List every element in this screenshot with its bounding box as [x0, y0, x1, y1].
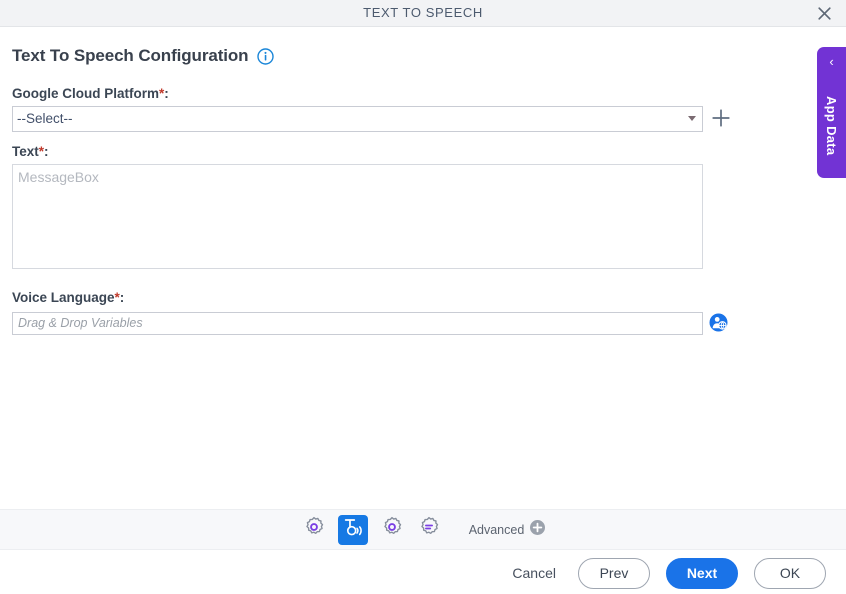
chevron-down-icon [688, 116, 696, 121]
cancel-button[interactable]: Cancel [506, 561, 562, 585]
prev-button[interactable]: Prev [578, 557, 650, 589]
gear-icon [303, 516, 325, 543]
next-button[interactable]: Next [666, 557, 738, 589]
info-icon[interactable] [257, 47, 275, 65]
ok-button[interactable]: OK [754, 557, 826, 589]
google-cloud-platform-selected-value: --Select-- [17, 111, 73, 126]
plus-icon [711, 108, 731, 128]
label-colon: : [164, 86, 169, 101]
add-google-cloud-platform-button[interactable] [711, 108, 731, 128]
page-title-row: Text To Speech Configuration [12, 46, 275, 66]
close-icon [817, 6, 832, 21]
label-colon: : [119, 290, 125, 305]
google-cloud-platform-select[interactable]: --Select-- [12, 106, 703, 132]
text-to-speech-icon [342, 516, 364, 543]
voice-language-label: Voice Language*: [12, 290, 124, 305]
text-placeholder: MessageBox [18, 169, 99, 185]
label-text: Google Cloud Platform [12, 86, 159, 101]
text-label: Text*: [12, 144, 49, 159]
plus-circle-icon [530, 519, 546, 540]
toolbar-gear-button-2[interactable] [379, 516, 405, 543]
gear-list-icon [418, 516, 440, 543]
google-cloud-platform-label: Google Cloud Platform*: [12, 86, 169, 101]
toolbar-text-to-speech-button[interactable] [337, 514, 368, 545]
label-text: Text [12, 144, 39, 159]
app-data-tab-label: App Data [824, 95, 839, 156]
voice-language-input[interactable]: Drag & Drop Variables [12, 312, 703, 335]
dialog-actions: Cancel Prev Next OK [0, 552, 846, 594]
toolbar-gear-list-button[interactable] [416, 516, 442, 543]
toolbar-gear-button-1[interactable] [301, 516, 327, 543]
gear-icon [381, 516, 403, 543]
close-button[interactable] [812, 2, 836, 24]
label-text: Voice Language [12, 290, 115, 305]
label-colon: : [44, 144, 49, 159]
advanced-toggle[interactable]: Advanced [468, 519, 546, 540]
window-titlebar: TEXT TO SPEECH [0, 0, 846, 27]
text-textarea[interactable]: MessageBox [12, 164, 703, 269]
window-title: TEXT TO SPEECH [363, 5, 483, 20]
chevron-left-icon: ‹ [829, 54, 834, 69]
voice-language-picker-button[interactable] [709, 313, 728, 332]
page-title: Text To Speech Configuration [12, 46, 249, 65]
bottom-toolbar: Advanced [0, 509, 846, 550]
voice-language-placeholder: Drag & Drop Variables [18, 316, 143, 330]
advanced-label: Advanced [468, 522, 525, 537]
language-picker-icon [709, 313, 728, 332]
app-data-tab[interactable]: ‹ App Data [817, 47, 846, 178]
